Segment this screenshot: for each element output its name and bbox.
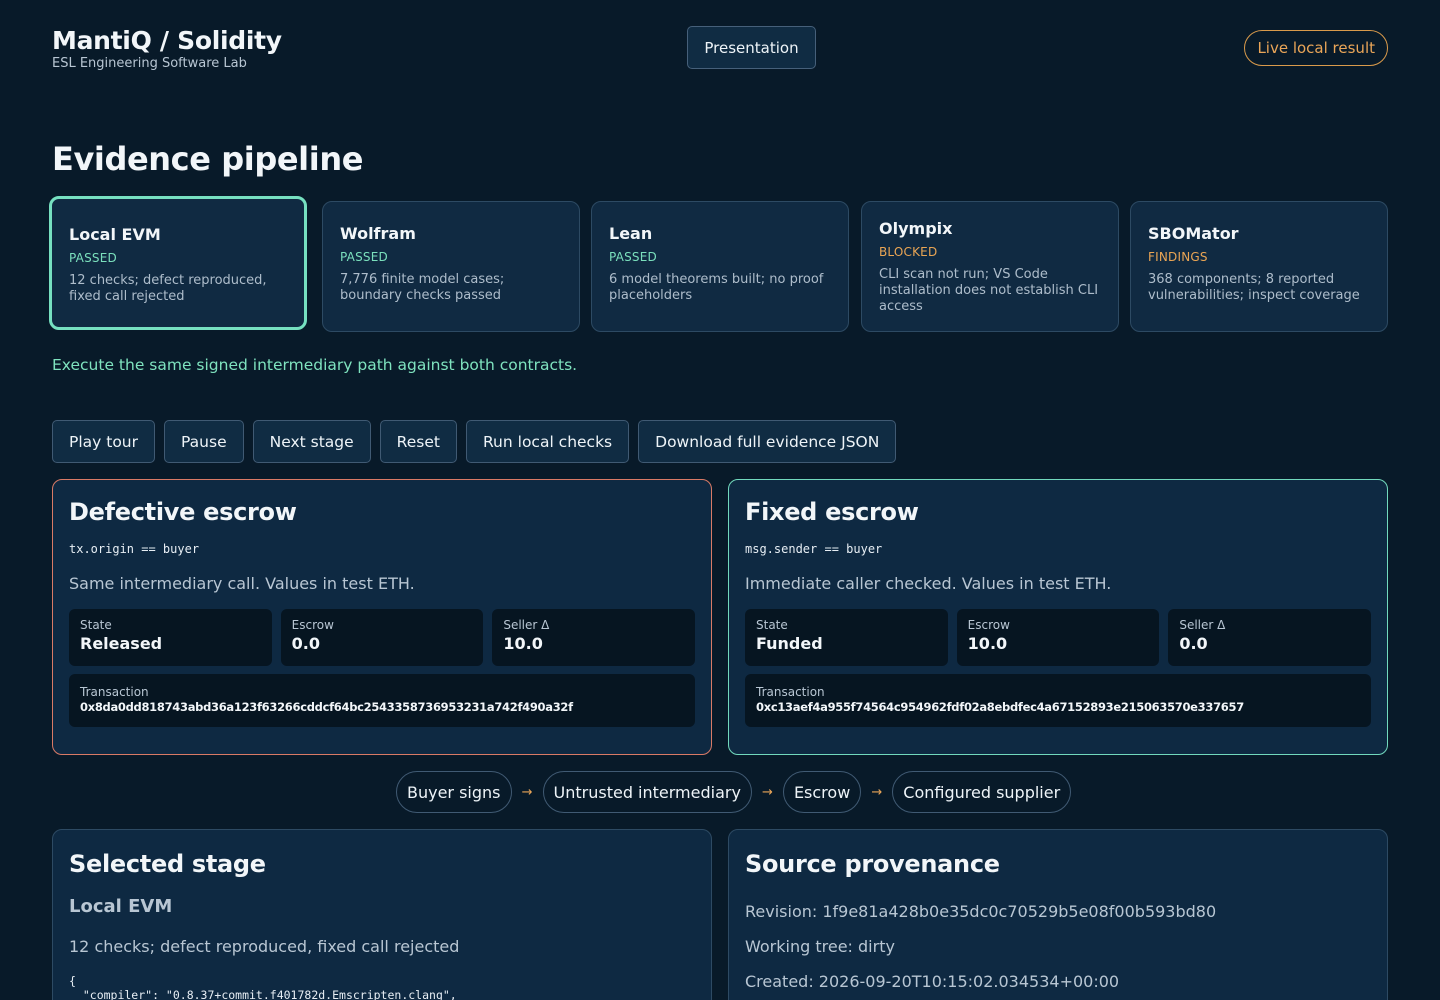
- panel-title: Selected stage: [69, 850, 266, 878]
- flow-node-intermediary: Untrusted intermediary: [542, 771, 752, 813]
- stage-card-lean[interactable]: Lean PASSED 6 model theorems built; no p…: [591, 201, 849, 332]
- metric-label: Escrow: [967, 618, 1010, 632]
- metric-label: State: [80, 618, 112, 632]
- app-subtitle: ESL Engineering Software Lab: [52, 56, 247, 71]
- revision-line: Revision: 1f9e81a428b0e35dc0c70529b5e08f…: [745, 902, 1217, 921]
- presentation-button[interactable]: Presentation: [687, 26, 816, 69]
- run-local-checks-button[interactable]: Run local checks: [465, 420, 630, 463]
- defective-escrow-panel: Defective escrow tx.origin == buyer Same…: [52, 479, 712, 755]
- escrow-metric: Escrow 0.0: [280, 609, 484, 666]
- seller-delta-metric: Seller Δ 0.0: [1168, 609, 1372, 666]
- panel-title: Fixed escrow: [745, 498, 919, 526]
- panel-note: Immediate caller checked. Values in test…: [745, 574, 1112, 593]
- stage-instruction: Execute the same signed intermediary pat…: [52, 356, 578, 374]
- reset-button[interactable]: Reset: [379, 420, 457, 463]
- metric-value: 10.0: [967, 634, 1008, 653]
- stage-description: 7,776 finite model cases; boundary check…: [340, 272, 505, 303]
- working-tree-line: Working tree: dirty: [745, 937, 895, 956]
- selected-stage-name: Local EVM: [69, 896, 173, 917]
- call-path-flow: Buyer signs → Untrusted intermediary → E…: [396, 771, 1072, 813]
- evidence-json-preview: { "compiler": "0.8.37+commit.f401782d.Em…: [69, 974, 457, 1000]
- stage-description: 6 model theorems built; no proof placeho…: [609, 272, 824, 303]
- next-stage-button[interactable]: Next stage: [252, 420, 371, 463]
- selected-stage-panel: Selected stage Local EVM 12 checks; defe…: [52, 829, 712, 1000]
- metric-label: Escrow: [291, 618, 334, 632]
- stage-status-badge: PASSED: [69, 251, 117, 265]
- transaction-box: Transaction 0x8da0dd818743abd36a123f6326…: [69, 674, 695, 727]
- stage-description: 368 components; 8 reported vulnerabiliti…: [1148, 272, 1360, 303]
- stage-name: Local EVM: [69, 225, 161, 244]
- stage-card-sbomator[interactable]: SBOMator FINDINGS 368 components; 8 repo…: [1130, 201, 1388, 332]
- panel-title: Defective escrow: [69, 498, 297, 526]
- stage-card-olympix[interactable]: Olympix BLOCKED CLI scan not run; VS Cod…: [861, 201, 1119, 332]
- stage-status-badge: BLOCKED: [879, 245, 938, 259]
- flow-node-supplier: Configured supplier: [892, 771, 1072, 813]
- transaction-label: Transaction: [80, 685, 149, 699]
- seller-delta-metric: Seller Δ 10.0: [492, 609, 696, 666]
- transaction-box: Transaction 0xc13aef4a955f74564c954962fd…: [745, 674, 1371, 727]
- metric-label: Seller Δ: [1179, 618, 1226, 632]
- state-metric: State Released: [69, 609, 272, 666]
- stage-card-wolfram[interactable]: Wolfram PASSED 7,776 finite model cases;…: [322, 201, 580, 332]
- metric-label: Seller Δ: [503, 618, 550, 632]
- pause-button[interactable]: Pause: [164, 420, 244, 463]
- guard-expression: tx.origin == buyer: [69, 542, 200, 556]
- stage-status-badge: FINDINGS: [1148, 250, 1208, 264]
- play-tour-button[interactable]: Play tour: [52, 420, 156, 463]
- stage-name: Lean: [609, 224, 653, 243]
- panel-title: Source provenance: [745, 850, 1000, 878]
- transaction-hash[interactable]: 0x8da0dd818743abd36a123f63266cddcf64bc25…: [80, 700, 684, 714]
- tour-controls: Play tour Pause Next stage Reset Run loc…: [52, 420, 897, 463]
- stage-status-badge: PASSED: [609, 250, 657, 264]
- arrow-right-icon: →: [521, 784, 533, 800]
- transaction-hash[interactable]: 0xc13aef4a955f74564c954962fdf02a8ebdfec4…: [756, 700, 1360, 714]
- metric-value: 0.0: [1179, 634, 1208, 653]
- fixed-escrow-panel: Fixed escrow msg.sender == buyer Immedia…: [728, 479, 1388, 755]
- flow-node-escrow: Escrow: [782, 771, 862, 813]
- download-evidence-button[interactable]: Download full evidence JSON: [638, 420, 897, 463]
- panel-note: Same intermediary call. Values in test E…: [69, 574, 415, 593]
- transaction-label: Transaction: [756, 685, 825, 699]
- stage-description: CLI scan not run; VS Code installation d…: [879, 267, 1099, 314]
- metric-value: 0.0: [291, 634, 321, 653]
- source-provenance-panel: Source provenance Revision: 1f9e81a428b0…: [728, 829, 1388, 1000]
- metric-value: Released: [80, 634, 163, 653]
- page-title: Evidence pipeline: [52, 140, 363, 178]
- metric-label: State: [756, 618, 788, 632]
- arrow-right-icon: →: [871, 784, 883, 800]
- metric-value: Funded: [756, 634, 823, 653]
- guard-expression: msg.sender == buyer: [745, 542, 883, 556]
- app-header: MantiQ / Solidity ESL Engineering Softwa…: [52, 26, 1388, 72]
- app-title: MantiQ / Solidity: [52, 26, 282, 55]
- metric-value: 10.0: [503, 634, 543, 653]
- stage-card-local-evm[interactable]: Local EVM PASSED 12 checks; defect repro…: [49, 196, 307, 330]
- state-metric: State Funded: [745, 609, 948, 666]
- stage-name: Wolfram: [340, 224, 416, 243]
- metrics-row: State Released Escrow 0.0 Seller Δ 10.0: [69, 609, 696, 666]
- stage-status-badge: PASSED: [340, 250, 388, 264]
- flow-node-buyer: Buyer signs: [396, 771, 512, 813]
- metrics-row: State Funded Escrow 10.0 Seller Δ 0.0: [745, 609, 1372, 666]
- arrow-right-icon: →: [761, 784, 773, 800]
- created-line: Created: 2026-09-20T10:15:02.034534+00:0…: [745, 972, 1120, 991]
- stage-name: Olympix: [879, 219, 953, 238]
- selected-stage-description: 12 checks; defect reproduced, fixed call…: [69, 937, 460, 956]
- live-result-badge: Live local result: [1244, 30, 1388, 66]
- stage-description: 12 checks; defect reproduced, fixed call…: [69, 273, 267, 304]
- escrow-metric: Escrow 10.0: [956, 609, 1160, 666]
- stage-name: SBOMator: [1148, 224, 1239, 243]
